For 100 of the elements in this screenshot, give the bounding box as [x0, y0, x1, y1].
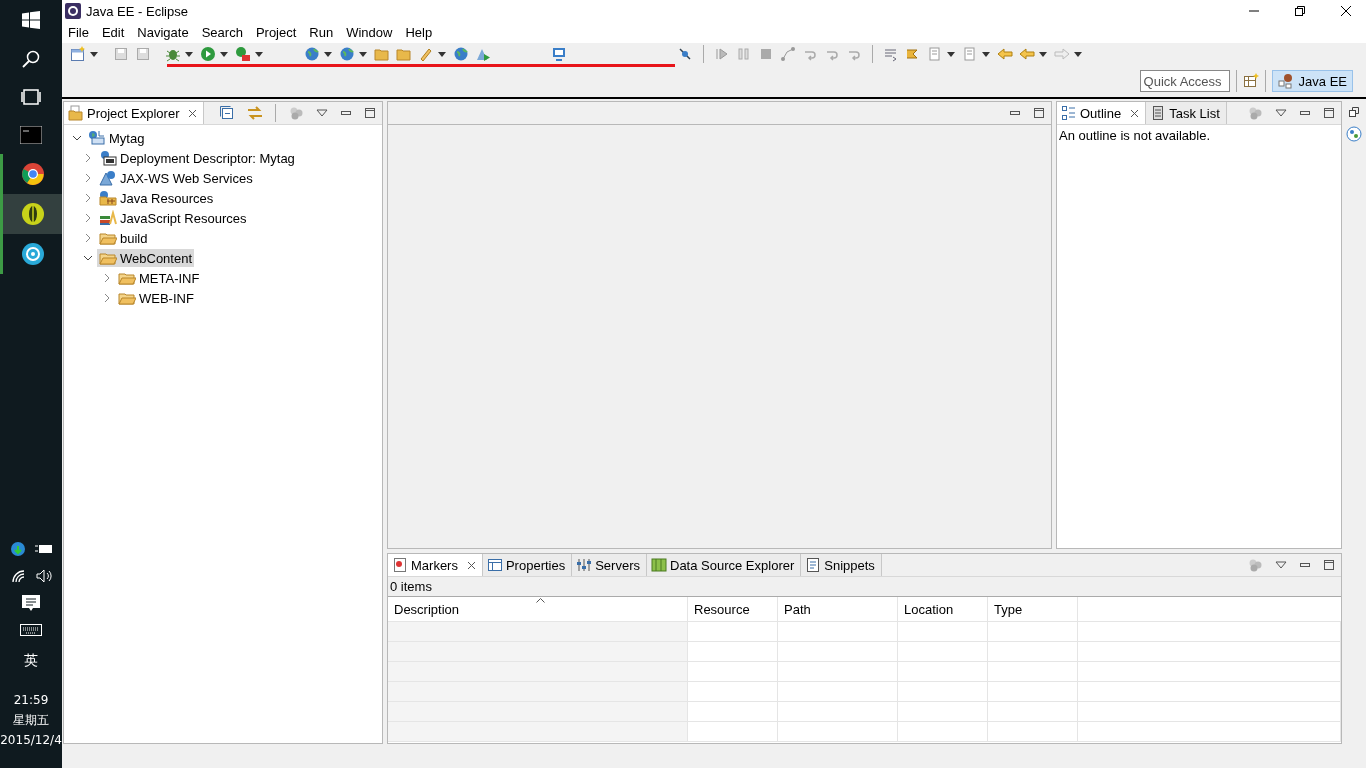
- palette-icon[interactable]: [1346, 126, 1362, 142]
- menu-item[interactable]: Edit: [101, 25, 125, 40]
- app-icon[interactable]: [20, 242, 45, 266]
- monitor-icon[interactable]: [551, 46, 567, 62]
- item-count: 0 items: [390, 579, 432, 594]
- table-icon: [486, 557, 503, 573]
- tree-item[interactable]: WEB-INF: [116, 289, 196, 307]
- view-tab[interactable]: Properties: [482, 554, 573, 576]
- caret-icon[interactable]: [185, 51, 193, 57]
- menu-item[interactable]: Navigate: [137, 25, 189, 40]
- column-header[interactable]: Location: [898, 597, 988, 621]
- menu-item[interactable]: Run: [309, 25, 334, 40]
- battery-icon[interactable]: [34, 543, 53, 555]
- run-toolbox-icon[interactable]: [235, 46, 251, 62]
- app-icon[interactable]: [20, 202, 45, 226]
- view-menu-icon[interactable]: [1275, 109, 1287, 117]
- input-language[interactable]: 英: [24, 652, 38, 670]
- view-tab[interactable]: Snippets: [801, 554, 882, 576]
- explorer-icon: [68, 105, 84, 121]
- close-icon[interactable]: [188, 108, 198, 118]
- restore-icon[interactable]: [1349, 107, 1359, 117]
- caret-icon[interactable]: [438, 51, 446, 57]
- menu-item[interactable]: Help: [405, 25, 433, 40]
- task-view-icon[interactable]: [21, 89, 41, 105]
- caret-icon[interactable]: [1074, 51, 1082, 57]
- caret-icon[interactable]: [1039, 51, 1047, 57]
- tree-item[interactable]: WebContent: [97, 249, 195, 267]
- browser-icon[interactable]: [20, 162, 45, 186]
- window-title: Java EE - Eclipse: [86, 3, 188, 19]
- column-header[interactable]: Description: [388, 597, 688, 621]
- tree-item[interactable]: Deployment Descriptor: Mytag: [97, 149, 297, 167]
- view-tab[interactable]: Outline: [1057, 102, 1147, 124]
- minimize-icon[interactable]: [1299, 561, 1311, 569]
- document-icon: [392, 557, 408, 573]
- minimize-icon[interactable]: [1299, 109, 1311, 117]
- collapse-all-icon[interactable]: [219, 105, 235, 121]
- maximize-icon[interactable]: [1323, 559, 1335, 571]
- terminal-icon[interactable]: [20, 126, 42, 144]
- menu-item[interactable]: File: [68, 25, 89, 40]
- view-tab[interactable]: Data Source Explorer: [647, 554, 802, 576]
- view-tab[interactable]: Markers: [388, 554, 483, 576]
- caret-icon[interactable]: [359, 51, 367, 57]
- clock-weekday: 星期五: [13, 712, 49, 729]
- restore-icon[interactable]: [1294, 5, 1306, 17]
- caret-icon[interactable]: [982, 51, 990, 57]
- minimize-icon[interactable]: [1009, 109, 1021, 117]
- map-icon: [651, 557, 667, 573]
- sort-caret-icon: [536, 598, 545, 603]
- folder-icon: [118, 290, 136, 306]
- pin-icon[interactable]: [677, 46, 693, 62]
- maximize-icon[interactable]: [1323, 107, 1335, 119]
- menu-item[interactable]: Search: [201, 25, 243, 40]
- search-icon[interactable]: [22, 50, 40, 68]
- outline-icon: [1061, 105, 1077, 121]
- service-icon: [99, 170, 117, 186]
- volume-icon[interactable]: [35, 569, 52, 583]
- new-file-icon[interactable]: [70, 46, 86, 62]
- caret-icon[interactable]: [947, 51, 955, 57]
- caret-icon[interactable]: [90, 51, 98, 57]
- tree-item[interactable]: JavaScript Resources: [97, 209, 249, 227]
- caret-icon[interactable]: [220, 51, 228, 57]
- wifi-icon[interactable]: [10, 569, 27, 583]
- clock-date: 2015/12/4: [0, 732, 62, 749]
- view-tab[interactable]: Task List: [1146, 102, 1227, 124]
- menu-item[interactable]: Project: [255, 25, 297, 40]
- close-icon[interactable]: [466, 560, 476, 570]
- eclipse-icon: [65, 3, 81, 19]
- caret-icon[interactable]: [324, 51, 332, 57]
- column-header[interactable]: Resource: [688, 597, 778, 621]
- quick-access-field[interactable]: Quick Access: [1139, 70, 1230, 92]
- folder-icon: [99, 250, 117, 266]
- notification-icon[interactable]: [22, 595, 40, 612]
- perspective-button[interactable]: Java EE: [1271, 70, 1353, 92]
- tree-item[interactable]: Mytag: [86, 129, 147, 147]
- view-tab[interactable]: Project Explorer: [64, 102, 205, 124]
- maximize-icon[interactable]: [1033, 107, 1045, 119]
- windows-icon[interactable]: [22, 11, 40, 29]
- tree-item[interactable]: JAX-WS Web Services: [97, 169, 255, 187]
- globe-icon[interactable]: [453, 46, 469, 62]
- menu-item[interactable]: Window: [346, 25, 393, 40]
- globe-icon[interactable]: [339, 46, 355, 62]
- keyboard-icon[interactable]: [20, 624, 42, 636]
- column-header[interactable]: Path: [778, 597, 898, 621]
- caret-icon[interactable]: [255, 51, 263, 57]
- update-icon[interactable]: [9, 541, 26, 557]
- maximize-icon[interactable]: [364, 107, 376, 119]
- close-icon[interactable]: [1340, 5, 1352, 17]
- library-folder-icon: [99, 190, 117, 206]
- open-perspective-icon[interactable]: [1242, 73, 1259, 89]
- view-menu-icon[interactable]: [316, 109, 328, 117]
- tree-item[interactable]: META-INF: [116, 269, 202, 287]
- run-icon[interactable]: [200, 46, 216, 62]
- globe-icon[interactable]: [304, 46, 320, 62]
- minimize-icon[interactable]: [340, 109, 352, 117]
- view-menu-icon[interactable]: [1275, 561, 1287, 569]
- close-icon[interactable]: [1130, 108, 1140, 118]
- view-tab[interactable]: Servers: [572, 554, 647, 576]
- column-header[interactable]: Type: [988, 597, 1078, 621]
- tree-item[interactable]: build: [97, 229, 150, 247]
- tree-item[interactable]: Java Resources: [97, 189, 216, 207]
